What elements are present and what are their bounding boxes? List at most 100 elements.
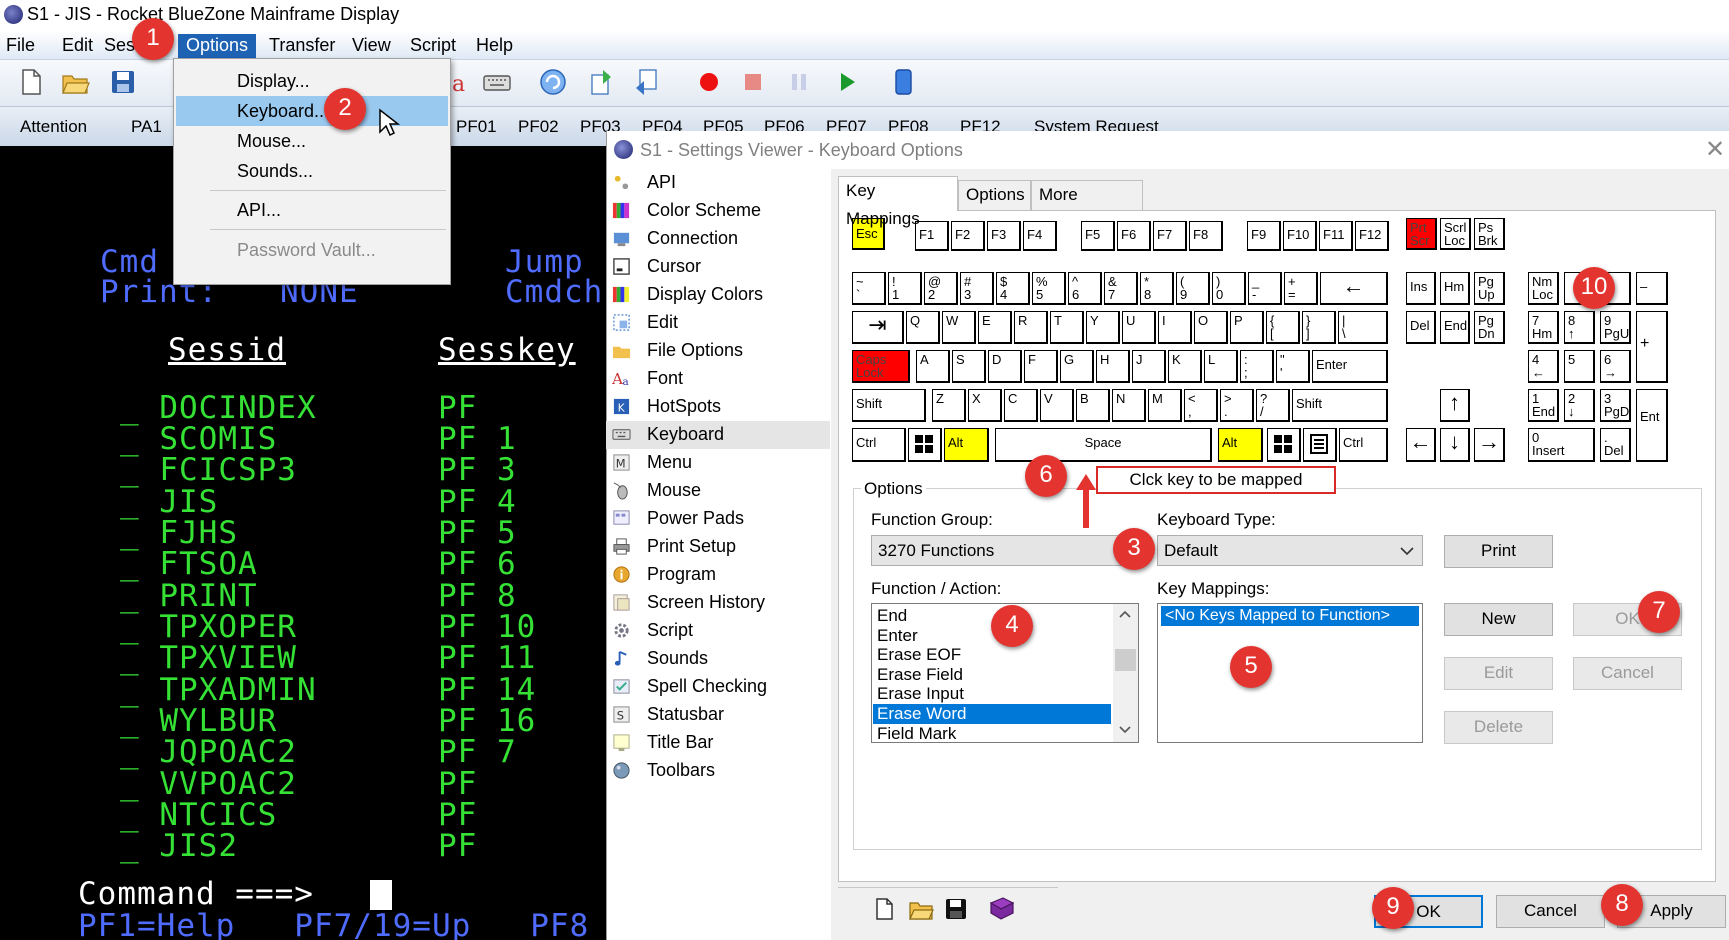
key-windows-left[interactable]: [908, 428, 942, 462]
list-item[interactable]: Erase Field: [873, 665, 1111, 685]
key-f7[interactable]: F7: [1153, 221, 1187, 251]
session-row[interactable]: _ JQPOAC2: [120, 734, 297, 770]
edit-button[interactable]: Edit: [1444, 657, 1553, 690]
list-item-selected[interactable]: Erase Word: [873, 703, 1111, 724]
cancel-button[interactable]: Cancel: [1496, 895, 1605, 928]
key-num-8[interactable]: 8 ↑: [1564, 311, 1595, 344]
key-num-1[interactable]: 1 End: [1528, 389, 1559, 422]
list-item[interactable]: Erase Input: [873, 684, 1111, 704]
key-num-decimal[interactable]: . Del: [1600, 428, 1631, 462]
key-5[interactable]: % 5: [1032, 272, 1066, 305]
attention-key[interactable]: Attention: [20, 117, 87, 137]
key-2[interactable]: @2: [924, 272, 958, 305]
session-row[interactable]: _ TPXVIEW: [120, 640, 297, 676]
category-power-pads[interactable]: Power Pads: [606, 505, 830, 533]
function-group-combo[interactable]: 3270 Functions: [871, 535, 1121, 566]
menu-item-keyboard[interactable]: Keyboard...: [176, 96, 448, 126]
record-icon[interactable]: [694, 67, 724, 97]
cancel-mapping-button[interactable]: Cancel: [1573, 657, 1682, 690]
menu-item-sounds[interactable]: Sounds...: [176, 156, 448, 186]
key-alt-left[interactable]: Alt: [944, 428, 989, 462]
key-tilde[interactable]: ~ `: [852, 272, 886, 305]
key-equals[interactable]: + =: [1284, 272, 1318, 305]
open-folder-icon[interactable]: [908, 897, 934, 921]
key-3[interactable]: #3: [960, 272, 994, 305]
key-num-2[interactable]: 2 ↓: [1564, 389, 1595, 422]
key-6[interactable]: ^ 6: [1068, 272, 1102, 305]
key-num-plus[interactable]: +: [1636, 311, 1668, 383]
menu-transfer[interactable]: Transfer: [263, 34, 341, 58]
key-quote[interactable]: " ': [1276, 350, 1310, 383]
chevron-down-icon[interactable]: [1119, 726, 1131, 734]
key-r[interactable]: R: [1014, 311, 1048, 344]
open-folder-icon[interactable]: [60, 67, 90, 97]
menu-file[interactable]: File: [0, 34, 41, 58]
menu-view[interactable]: View: [346, 34, 397, 58]
save-icon[interactable]: [944, 897, 968, 921]
book-icon[interactable]: [888, 67, 918, 97]
key-period[interactable]: >.: [1220, 389, 1254, 422]
new-button[interactable]: New: [1444, 603, 1553, 636]
key-f6[interactable]: F6: [1117, 221, 1151, 251]
key-page-down[interactable]: Pg Dn: [1474, 311, 1505, 344]
key-arrow-left[interactable]: ←: [1406, 428, 1436, 462]
key-num-enter[interactable]: Ent: [1636, 389, 1668, 462]
category-program[interactable]: Program: [606, 561, 830, 589]
key-slash[interactable]: ? /: [1256, 389, 1290, 422]
key-x[interactable]: X: [968, 389, 1002, 422]
key-shift-left[interactable]: Shift: [852, 389, 926, 422]
category-hotspots[interactable]: K HotSpots: [606, 393, 830, 421]
key-f1[interactable]: F1: [915, 221, 949, 251]
pause-icon[interactable]: [784, 67, 814, 97]
tab-key-mappings[interactable]: Key Mappings: [838, 176, 958, 228]
key-num-minus[interactable]: –: [1636, 272, 1668, 305]
menu-help[interactable]: Help: [470, 34, 519, 58]
key-mappings-list[interactable]: <No Keys Mapped to Function>: [1157, 603, 1423, 743]
key-h[interactable]: H: [1096, 350, 1130, 383]
pf02-key[interactable]: PF02: [518, 117, 559, 137]
menu-item-api[interactable]: API...: [176, 195, 448, 225]
key-u[interactable]: U: [1122, 311, 1156, 344]
list-item[interactable]: Field Mark: [873, 724, 1111, 742]
key-y[interactable]: Y: [1086, 311, 1120, 344]
stop-icon[interactable]: [738, 67, 768, 97]
category-sounds[interactable]: Sounds: [606, 645, 830, 673]
key-num-lock[interactable]: Nm Loc: [1528, 272, 1559, 305]
key-7[interactable]: & 7: [1104, 272, 1138, 305]
key-f12[interactable]: F12: [1355, 221, 1389, 251]
key-right-bracket[interactable]: }]: [1302, 311, 1336, 344]
category-keyboard[interactable]: Keyboard: [606, 421, 830, 449]
category-connection[interactable]: Connection: [606, 225, 830, 253]
new-file-icon[interactable]: [872, 897, 896, 921]
scrollbar-thumb[interactable]: [1115, 649, 1136, 671]
key-9[interactable]: (9: [1176, 272, 1210, 305]
key-arrow-up[interactable]: ↑: [1440, 389, 1470, 422]
key-z[interactable]: Z: [932, 389, 966, 422]
list-scrollbar[interactable]: [1113, 604, 1138, 742]
send-file-icon[interactable]: [586, 67, 616, 97]
category-cursor[interactable]: Cursor: [606, 253, 830, 281]
key-e[interactable]: E: [978, 311, 1012, 344]
print-button[interactable]: Print: [1444, 535, 1553, 568]
key-i[interactable]: I: [1158, 311, 1192, 344]
key-k[interactable]: K: [1168, 350, 1202, 383]
key-del[interactable]: Del: [1406, 311, 1436, 344]
pf01-key[interactable]: PF01: [456, 117, 497, 137]
font-icon[interactable]: a: [448, 67, 478, 97]
key-g[interactable]: G: [1060, 350, 1094, 383]
key-alt-right[interactable]: Alt: [1218, 428, 1263, 462]
key-shift-right[interactable]: Shift: [1292, 389, 1388, 422]
keyboard-type-select[interactable]: Default: [1157, 535, 1423, 566]
category-title-bar[interactable]: Title Bar: [606, 729, 830, 757]
menu-item-mouse[interactable]: Mouse...: [176, 126, 448, 156]
save-icon[interactable]: [108, 67, 138, 97]
menu-edit[interactable]: Edit: [56, 34, 99, 58]
key-arrow-down[interactable]: ↓: [1440, 428, 1470, 462]
key-f11[interactable]: F11: [1319, 221, 1353, 251]
key-windows-right[interactable]: [1267, 428, 1301, 462]
key-j[interactable]: J: [1132, 350, 1166, 383]
book-icon[interactable]: [988, 895, 1016, 923]
close-icon[interactable]: ✕: [1705, 135, 1725, 164]
key-f9[interactable]: F9: [1247, 221, 1281, 251]
key-d[interactable]: D: [988, 350, 1022, 383]
